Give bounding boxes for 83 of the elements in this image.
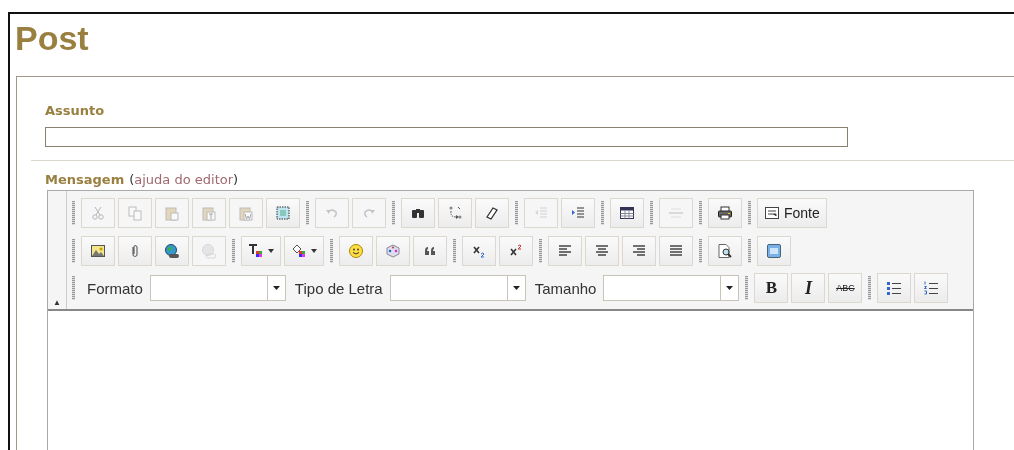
toolbar-grip[interactable]: [699, 239, 702, 263]
eraser-icon: [484, 205, 500, 221]
field-label: Assunto: [45, 103, 106, 118]
toolbar-button[interactable]: [81, 236, 115, 266]
scissors-icon: [90, 205, 106, 221]
toolbar-label: Tamanho: [534, 279, 597, 297]
dropdown-arrow-icon: [311, 249, 317, 253]
parenthesis: ): [233, 172, 239, 187]
toolbar-grip[interactable]: [699, 201, 702, 225]
format-button[interactable]: ABC: [828, 273, 863, 303]
globe-link-icon: [164, 243, 180, 259]
toolbar-button[interactable]: [284, 236, 324, 266]
toolbar-grip[interactable]: [72, 201, 75, 225]
source-button[interactable]: Fonte: [757, 198, 827, 228]
copy-icon: [127, 205, 143, 221]
toolbar-button[interactable]: [413, 236, 447, 266]
toolbar-grip[interactable]: [601, 201, 604, 225]
align-center-icon: [594, 243, 610, 259]
dropdown-arrow-icon: [268, 249, 274, 253]
toolbar-grip[interactable]: [745, 276, 749, 300]
source-icon: [764, 205, 780, 221]
paste-text-icon: [201, 205, 217, 221]
preview-icon: [717, 243, 733, 259]
parenthesis: (: [129, 172, 135, 187]
toolbar-button[interactable]: [241, 236, 281, 266]
toolbar-grip[interactable]: [72, 239, 75, 263]
collapse-toolbar-button[interactable]: ▲: [48, 297, 66, 309]
globe-unlink-icon: [201, 243, 217, 259]
toolbar-button[interactable]: [610, 198, 644, 228]
toolbar-grip[interactable]: [539, 239, 542, 263]
dropdown-arrow-icon: [272, 286, 280, 290]
dropdown-arrow-icon: [726, 286, 734, 290]
toolbar-grip[interactable]: [392, 201, 395, 225]
align-justify-icon: [668, 243, 684, 259]
toolbar-button[interactable]: [708, 198, 742, 228]
toolbar-button[interactable]: [475, 198, 509, 228]
dice-icon: [385, 243, 401, 259]
format-button[interactable]: B: [754, 273, 789, 303]
toolbar-label: Tipo de Letra: [294, 279, 383, 297]
field-label: Mensagem: [45, 172, 125, 187]
paste-icon: [164, 205, 180, 221]
toolbar-grip[interactable]: [330, 239, 333, 263]
combo-box[interactable]: [389, 275, 526, 301]
toolbar-grip[interactable]: [306, 201, 309, 225]
smiley-icon: [348, 243, 364, 259]
numbered-list-icon: [923, 280, 940, 296]
toolbar-grip[interactable]: [748, 239, 751, 263]
blocks-icon: [766, 243, 782, 259]
indent-icon: [570, 205, 586, 221]
toolbar-grip[interactable]: [748, 201, 751, 225]
toolbar-grip[interactable]: [868, 276, 872, 300]
page-title: Post: [14, 18, 90, 59]
toolbar-button[interactable]: [914, 273, 949, 303]
text-color-icon: [248, 243, 264, 259]
select-all-icon: [275, 205, 291, 221]
toolbar-grip[interactable]: [650, 201, 653, 225]
format-button[interactable]: I: [791, 273, 826, 303]
toolbar-button[interactable]: [757, 236, 791, 266]
toolbar-button[interactable]: [708, 236, 742, 266]
dropdown-arrow-icon: [512, 286, 520, 290]
toolbar-grip[interactable]: [72, 276, 75, 300]
combo-box[interactable]: [603, 275, 740, 301]
align-left-icon: [557, 243, 573, 259]
toolbar-button[interactable]: [155, 236, 189, 266]
toolbar-label: Formato: [87, 279, 143, 297]
table-icon: [619, 205, 635, 221]
toolbar-grip[interactable]: [232, 239, 235, 263]
replace-icon: [447, 205, 463, 221]
combo-box[interactable]: [149, 275, 286, 301]
image-icon: [90, 243, 106, 259]
bulleted-list-icon: [886, 280, 903, 296]
toolbar-grip[interactable]: [453, 239, 456, 263]
horizontal-rule-icon: [668, 205, 684, 221]
subject-field[interactable]: [45, 127, 848, 147]
outdent-icon: [533, 205, 549, 221]
printer-icon: [717, 205, 733, 221]
toolbar-grip[interactable]: [515, 201, 518, 225]
paint-bucket-icon: [291, 243, 307, 259]
toolbar-button[interactable]: [401, 198, 435, 228]
toolbar-button[interactable]: [877, 273, 912, 303]
paste-word-icon: [238, 205, 254, 221]
align-right-icon: [631, 243, 647, 259]
editor-help-link[interactable]: ajuda do editor: [134, 172, 234, 187]
